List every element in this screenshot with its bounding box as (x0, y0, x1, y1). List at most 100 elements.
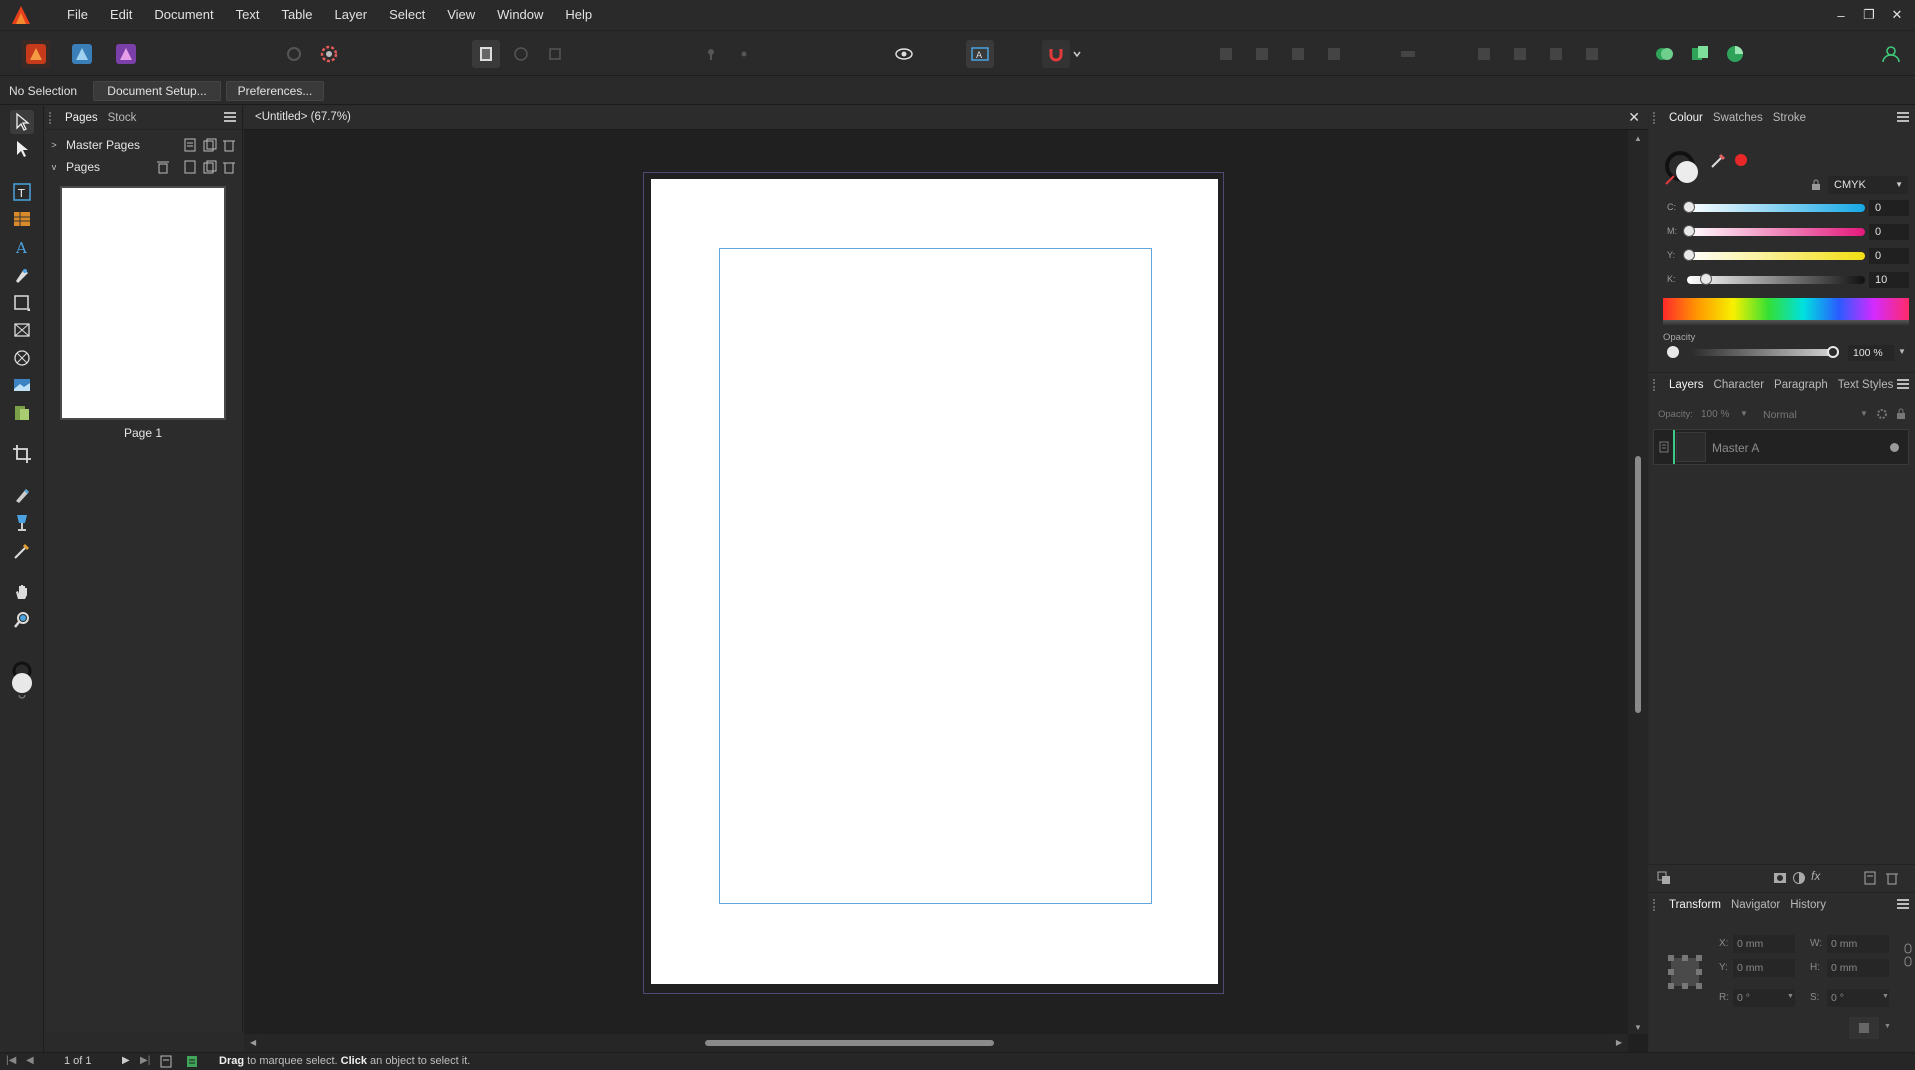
panel-menu-icon[interactable] (1897, 899, 1909, 909)
yellow-value[interactable]: 0 (1869, 248, 1909, 264)
scroll-up-icon[interactable]: ▲ (1634, 134, 1642, 143)
magenta-slider-track[interactable] (1687, 228, 1865, 236)
snapping-dropdown[interactable] (1070, 40, 1084, 68)
lock-icon[interactable] (1895, 408, 1907, 420)
eyedropper-icon[interactable] (1709, 150, 1729, 170)
tab-stock[interactable]: Stock (103, 112, 142, 124)
move-tool[interactable] (10, 110, 34, 134)
horizontal-scroll-thumb[interactable] (705, 1040, 994, 1046)
crop-tool[interactable] (10, 442, 34, 466)
text-frame-button[interactable]: A (966, 40, 994, 68)
chevron-right-icon[interactable]: > (48, 140, 60, 150)
toolbar-dim-button-12[interactable] (1506, 40, 1534, 68)
tab-character[interactable]: Character (1709, 379, 1770, 391)
restore-button[interactable]: ❐ (1855, 7, 1883, 23)
panel-grip-icon[interactable] (49, 111, 57, 124)
toolbar-dim-button-9[interactable] (1320, 40, 1348, 68)
panel-menu-icon[interactable] (1897, 379, 1909, 389)
cyan-value[interactable]: 0 (1869, 200, 1909, 216)
account-button[interactable] (1877, 40, 1905, 68)
fill-tool[interactable] (10, 483, 34, 507)
view-mode-button[interactable] (472, 40, 500, 68)
preferences-button[interactable]: Preferences... (226, 81, 324, 101)
rotation-field[interactable]: 0 ° (1733, 989, 1795, 1007)
tab-pages[interactable]: Pages (60, 112, 103, 124)
node-tool[interactable] (10, 137, 34, 161)
tab-stroke[interactable]: Stroke (1768, 112, 1811, 124)
tab-swatches[interactable]: Swatches (1708, 112, 1768, 124)
menu-text[interactable]: Text (225, 0, 271, 30)
document-tab[interactable]: <Untitled> (67.7%) ✕ (244, 106, 1648, 130)
yellow-slider-track[interactable] (1687, 252, 1865, 260)
master-pages-section[interactable]: > Master Pages (45, 134, 242, 156)
menu-select[interactable]: Select (378, 0, 436, 30)
menu-file[interactable]: File (56, 0, 99, 30)
menu-window[interactable]: Window (486, 0, 554, 30)
designer-persona-button[interactable] (68, 40, 96, 68)
fill-stroke-selector-icon[interactable] (1663, 150, 1705, 190)
colour-spectrum[interactable] (1663, 298, 1909, 320)
boolean-subtract-button[interactable] (1686, 40, 1714, 68)
h-field[interactable]: 0 mm (1827, 959, 1889, 977)
tab-text-styles[interactable]: Text Styles (1833, 379, 1899, 391)
y-field[interactable]: 0 mm (1733, 959, 1795, 977)
snapping-button[interactable] (1042, 40, 1070, 68)
horizontal-scrollbar[interactable]: ◀ ▶ (244, 1034, 1628, 1052)
view-tool[interactable] (10, 580, 34, 604)
toolbar-dim-button-10[interactable] (1394, 40, 1422, 68)
next-page-icon[interactable]: ▶ (122, 1055, 130, 1066)
black-slider-track[interactable] (1687, 276, 1865, 284)
arrange-layers-icon[interactable] (1657, 871, 1671, 885)
panel-grip-icon[interactable] (1653, 112, 1661, 124)
toolbar-dim-button-3[interactable] (541, 40, 569, 68)
add-page-icon[interactable] (183, 160, 197, 174)
boolean-add-button[interactable] (1650, 40, 1678, 68)
publisher-persona-button[interactable] (22, 40, 50, 68)
zoom-tool[interactable] (10, 608, 34, 632)
toolbar-dim-button-7[interactable] (1248, 40, 1276, 68)
last-page-icon[interactable]: ▶| (140, 1055, 150, 1066)
menu-view[interactable]: View (436, 0, 486, 30)
tab-paragraph[interactable]: Paragraph (1769, 379, 1833, 391)
toolbar-dim-button-14[interactable] (1578, 40, 1606, 68)
cyan-slider-knob[interactable] (1683, 201, 1695, 213)
tab-layers[interactable]: Layers (1664, 379, 1709, 391)
cyan-slider-track[interactable] (1687, 204, 1865, 212)
toolbar-dim-button-13[interactable] (1542, 40, 1570, 68)
anchor-point-selector-icon[interactable] (1667, 954, 1703, 990)
trash-icon[interactable] (1885, 871, 1899, 885)
menu-document[interactable]: Document (143, 0, 224, 30)
tab-colour[interactable]: Colour (1664, 112, 1708, 124)
tab-history[interactable]: History (1785, 899, 1831, 911)
shear-field[interactable]: 0 ° (1827, 989, 1889, 1007)
layer-opacity-value[interactable]: 100 % (1701, 407, 1743, 423)
duplicate-master-icon[interactable] (203, 138, 217, 152)
chevron-down-icon[interactable]: ▼ (1882, 993, 1889, 1000)
w-field[interactable]: 0 mm (1827, 935, 1889, 953)
previous-page-icon[interactable]: ◀ (26, 1055, 34, 1066)
add-master-icon[interactable] (183, 138, 197, 152)
toolbar-dim-button-1[interactable] (280, 40, 308, 68)
opacity-slider-track[interactable] (1691, 349, 1839, 356)
close-document-button[interactable]: ✕ (1628, 109, 1640, 126)
magenta-value[interactable]: 0 (1869, 224, 1909, 240)
scroll-down-icon[interactable]: ▼ (1634, 1023, 1642, 1032)
pen-tool[interactable] (10, 263, 34, 287)
duplicate-page-icon[interactable] (203, 160, 217, 174)
place-image-tool[interactable] (10, 373, 34, 397)
menu-help[interactable]: Help (554, 0, 603, 30)
first-page-icon[interactable]: |◀ (6, 1055, 16, 1066)
add-layer-icon[interactable] (1863, 871, 1877, 885)
chevron-down-icon[interactable]: v (48, 162, 60, 172)
black-value[interactable]: 10 (1869, 272, 1909, 288)
boolean-intersect-button[interactable] (1721, 40, 1749, 68)
chevron-down-icon[interactable]: ▼ (1884, 1023, 1891, 1030)
panel-grip-icon[interactable] (1653, 378, 1661, 391)
artistic-text-tool[interactable]: A (10, 235, 34, 259)
menu-layer[interactable]: Layer (324, 0, 379, 30)
ellipse-frame-tool[interactable] (10, 346, 34, 370)
trash-icon[interactable] (222, 160, 236, 174)
picture-frame-tool[interactable] (10, 318, 34, 342)
rectangle-tool[interactable] (10, 291, 34, 315)
layer-row-master-a[interactable]: Master A (1653, 429, 1909, 465)
